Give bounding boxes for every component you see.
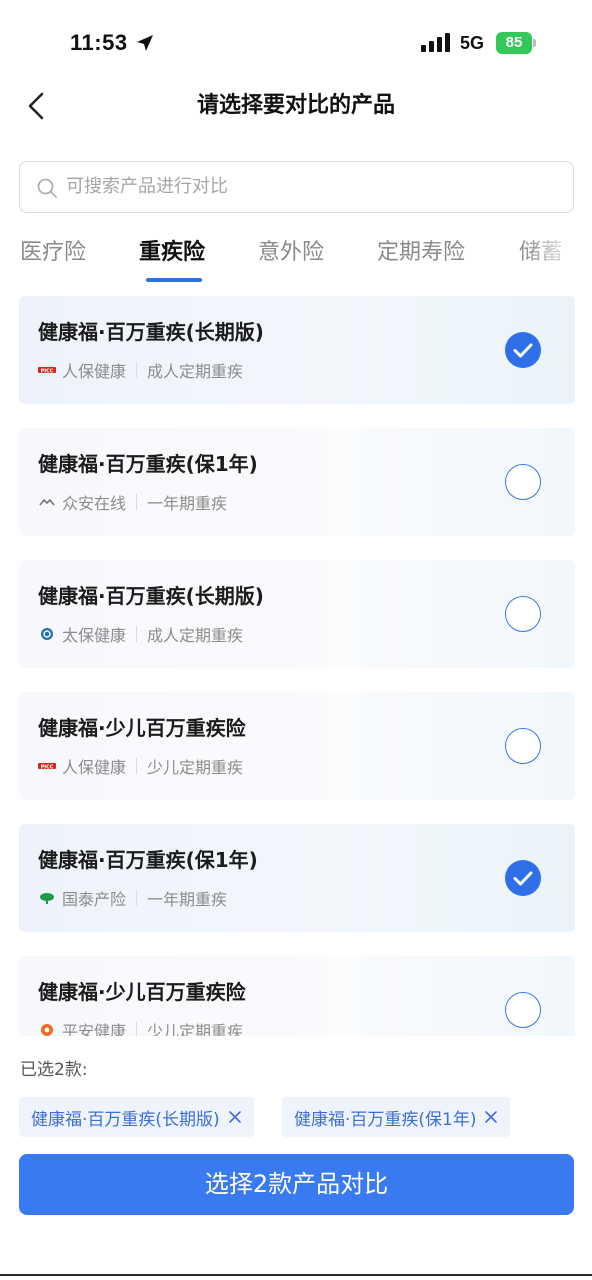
product-name: 健康福·百万重疾(长期版) [38,584,264,608]
compare-button[interactable]: 选择2款产品对比 [19,1154,574,1215]
select-checkbox[interactable] [505,596,541,632]
search-icon [37,178,57,198]
meta-divider [136,890,138,906]
status-time: 11:53 [70,30,128,55]
product-name: 健康福·百万重疾(长期版) [38,320,264,344]
product-meta: PICC 人保健康 成人定期重疾 [38,358,243,382]
product-name: 健康福·百万重疾(保1年) [38,452,258,476]
battery-cap [533,39,536,47]
product-card[interactable]: 健康福·百万重疾(保1年) 众安在线 一年期重疾 [19,428,575,536]
battery-charging-icon: 85 [496,32,536,54]
product-category: 成人定期重疾 [147,626,244,645]
close-icon[interactable] [226,1108,244,1126]
meta-divider [136,1022,138,1036]
product-category: 少儿定期重疾 [147,758,244,777]
chip-label: 健康福·百万重疾(长期版) [31,1109,220,1130]
product-category: 一年期重疾 [147,890,228,909]
checkmark-icon [513,343,533,358]
checkmark-icon [513,871,533,886]
product-card[interactable]: 健康福·少儿百万重疾险 PICC 人保健康 少儿定期重疾 [19,692,575,800]
product-card[interactable]: 健康福·百万重疾(长期版) 太保健康 成人定期重疾 [19,560,575,668]
network-label: 5G [460,33,485,53]
product-meta: 平安健康 少儿定期重疾 [38,1018,243,1036]
tab-accident[interactable]: 意外险 [258,238,324,268]
product-card[interactable]: 健康福·百万重疾(长期版) PICC 人保健康 成人定期重疾 [19,296,575,404]
cpic-logo-icon [38,627,56,641]
chip-label: 健康福·百万重疾(保1年) [294,1109,477,1130]
pingan-logo-icon [38,1023,56,1036]
insurer-name: 众安在线 [62,494,127,513]
tabs-fade-overlay [522,230,592,285]
product-meta: 太保健康 成人定期重疾 [38,622,243,646]
product-meta: 国泰产险 一年期重疾 [38,886,227,910]
picc-logo-icon: PICC [38,759,56,773]
insurer-name: 国泰产险 [62,890,127,909]
selected-chip[interactable]: 健康福·百万重疾(长期版) [19,1097,254,1137]
tab-medical[interactable]: 医疗险 [20,238,86,268]
product-name: 健康福·少儿百万重疾险 [38,716,246,740]
meta-divider [136,494,138,510]
selected-chip[interactable]: 健康福·百万重疾(保1年) [282,1097,511,1137]
insurer-name: 平安健康 [62,1022,127,1036]
product-category: 成人定期重疾 [147,362,244,381]
product-list[interactable]: 健康福·百万重疾(长期版) PICC 人保健康 成人定期重疾 健康福·百万重疾(… [19,296,575,1036]
battery-level: 85 [496,32,532,54]
page-title: 请选择要对比的产品 [196,93,395,118]
home-indicator-line [0,1274,592,1276]
search-input[interactable] [66,162,556,211]
active-tab-indicator [146,278,202,282]
tab-term-life[interactable]: 定期寿险 [377,238,465,268]
product-card[interactable]: 健康福·百万重疾(保1年) 国泰产险 一年期重疾 [19,824,575,932]
insurer-name: 太保健康 [62,626,127,645]
location-arrow-icon [137,35,153,51]
select-checkbox[interactable] [505,464,541,500]
meta-divider [136,758,138,774]
chevron-left-icon[interactable] [24,90,50,122]
select-checkbox[interactable] [505,860,541,896]
zhongan-logo-icon [38,495,56,509]
category-tabs: 医疗险 重疾险 意外险 定期寿险 储蓄 [0,230,592,285]
status-bar: 11:53 5G 85 [0,0,592,88]
close-icon[interactable] [482,1108,500,1126]
insurer-name: 人保健康 [62,362,127,381]
signal-bars-icon [421,33,450,52]
insurer-name: 人保健康 [62,758,127,777]
tab-critical-illness[interactable]: 重疾险 [139,238,205,268]
selected-count-label: 已选2款: [20,1060,88,1080]
cathay-logo-icon [38,891,56,905]
product-name: 健康福·百万重疾(保1年) [38,848,258,872]
svg-text:PICC: PICC [41,368,54,374]
select-checkbox[interactable] [505,992,541,1028]
product-meta: 众安在线 一年期重疾 [38,490,227,514]
product-name: 健康福·少儿百万重疾险 [38,980,246,1004]
product-category: 一年期重疾 [147,494,228,513]
product-category: 少儿定期重疾 [147,1022,244,1036]
product-meta: PICC 人保健康 少儿定期重疾 [38,754,243,778]
meta-divider [136,362,138,378]
meta-divider [136,626,138,642]
picc-logo-icon: PICC [38,363,56,377]
select-checkbox[interactable] [505,332,541,368]
product-card[interactable]: 健康福·少儿百万重疾险 平安健康 少儿定期重疾 [19,956,575,1036]
select-checkbox[interactable] [505,728,541,764]
search-box[interactable] [19,161,574,213]
svg-text:PICC: PICC [41,764,54,770]
